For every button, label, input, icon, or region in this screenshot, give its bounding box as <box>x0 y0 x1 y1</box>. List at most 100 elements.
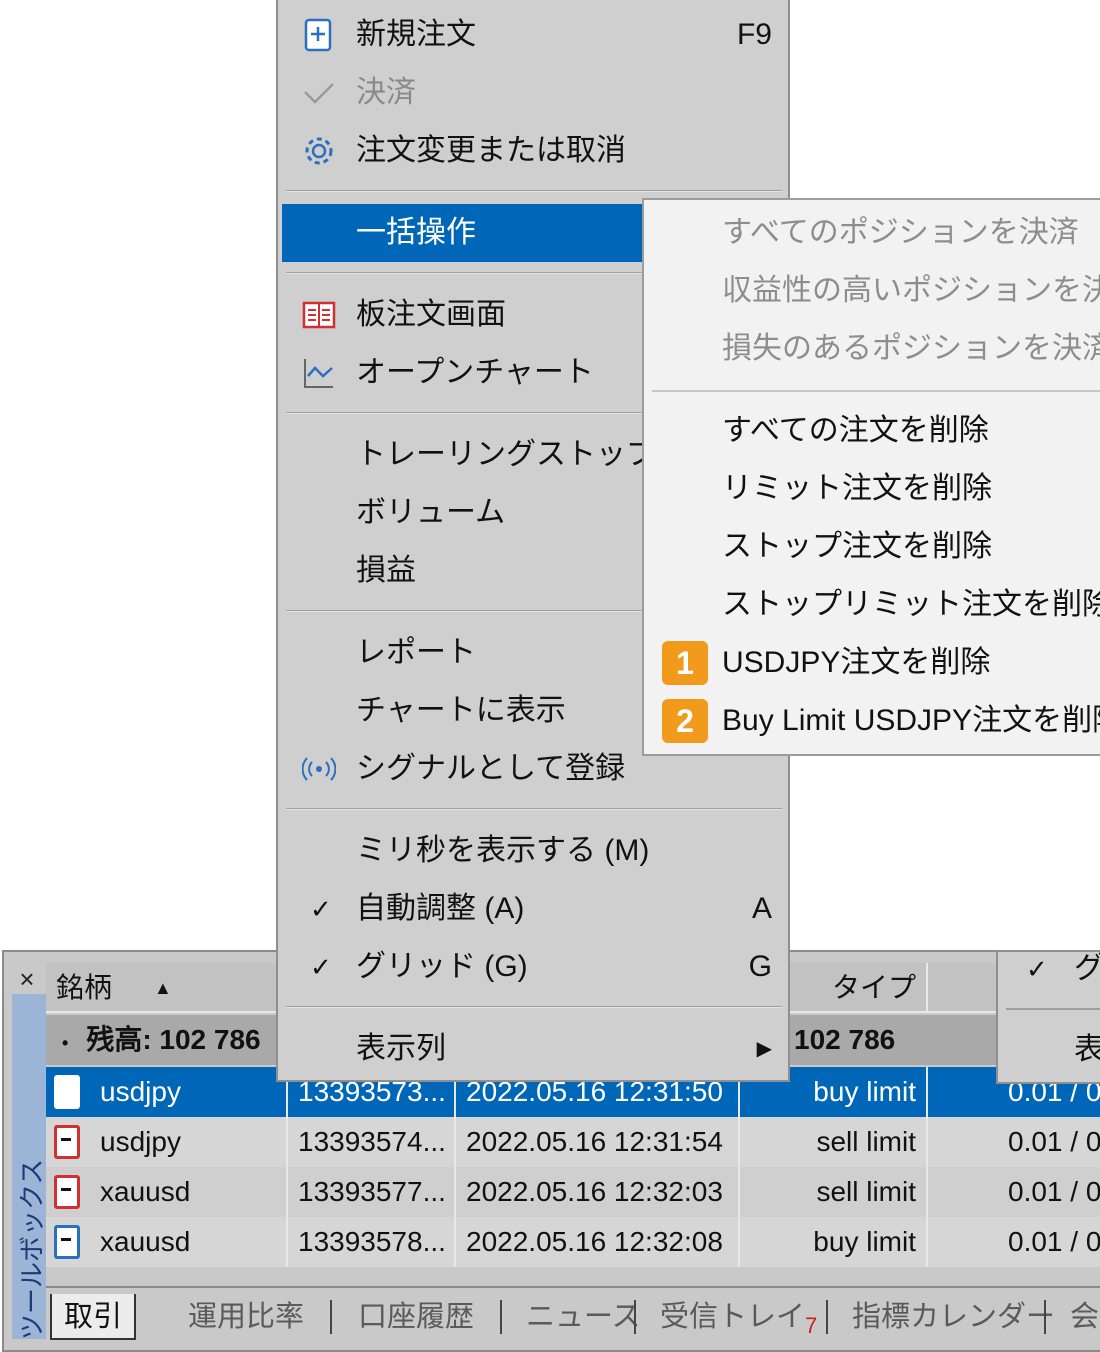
check-icon: ✓ <box>310 952 332 982</box>
bullet-icon: • <box>62 1033 69 1053</box>
menu-item-label: オープンチャート <box>356 356 594 389</box>
submenu-item-label: 収益性の高いポジションを決済 <box>722 274 1100 307</box>
menu-item-label: 一括操作 <box>356 216 476 249</box>
menu-item-label: シグナルとして登録 <box>356 752 626 785</box>
mailbox-count-badge: 7 <box>805 1312 818 1338</box>
menu-item-label: 自動調整 (A) <box>356 892 525 925</box>
tab-trade[interactable]: 取引 <box>50 1294 137 1340</box>
submenu-item-label: すべての注文を削除 <box>722 414 989 447</box>
cell-time: 2022.05.16 12:32:03 <box>456 1167 740 1217</box>
balance-value: 102 786 <box>794 1024 896 1055</box>
shortcut-label: A <box>751 892 772 925</box>
menu-separator <box>286 190 782 192</box>
menu-item-show-milliseconds[interactable]: ミリ秒を表示する (M) <box>282 822 786 880</box>
tab-more[interactable]: 会 <box>1058 1294 1100 1340</box>
menu-separator <box>286 1006 782 1008</box>
cell-symbol: usdjpy <box>90 1067 288 1117</box>
tab-divider <box>330 1300 332 1334</box>
tab-divider <box>634 1300 636 1334</box>
submenu-item-delete-usdjpy-orders[interactable]: 1 USDJPY注文を削除 <box>644 634 1100 692</box>
table-row[interactable]: xauusd 13393578... 2022.05.16 12:32:08 b… <box>46 1217 1100 1267</box>
grid-menu-item-partial[interactable]: グ <box>1074 952 1100 986</box>
menu-item-label: ミリ秒を表示する (M) <box>356 834 650 867</box>
cell-symbol: usdjpy <box>90 1117 288 1167</box>
submenu-item-delete-buy-limit-usdjpy[interactable]: 2 Buy Limit USDJPY注文を削除 <box>644 692 1100 750</box>
tab-calendar[interactable]: 指標カレンダー <box>840 1294 1067 1340</box>
submenu-item-close-losing[interactable]: 損失のあるポジションを決済 <box>644 320 1100 378</box>
columns-menu-item-partial[interactable]: 表 <box>1074 1030 1100 1070</box>
menu-item-auto-arrange[interactable]: ✓ 自動調整 (A) A <box>282 880 786 938</box>
line-chart-icon <box>304 359 333 388</box>
column-header-symbol[interactable]: 銘柄 ▲ <box>46 963 276 1013</box>
signal-broadcast-icon <box>302 757 336 781</box>
submenu-item-delete-stop-orders[interactable]: ストップ注文を削除 <box>644 518 1100 576</box>
menu-item-new-order[interactable]: 新規注文 F9 <box>282 6 786 64</box>
menu-item-label: 損益 <box>356 554 416 587</box>
column-header-type[interactable]: タイプ <box>790 963 928 1013</box>
tab-news[interactable]: ニュース <box>514 1294 653 1340</box>
menu-item-label: レポート <box>356 636 476 669</box>
submenu-item-label: 損失のあるポジションを決済 <box>722 332 1100 365</box>
menu-separator <box>652 390 1100 392</box>
menu-item-label: グリッド (G) <box>356 950 528 983</box>
submenu-item-delete-all-orders[interactable]: すべての注文を削除 <box>644 402 1100 460</box>
submenu-item-label: USDJPY注文を削除 <box>722 646 991 679</box>
menu-item-modify-order[interactable]: 注文変更または取消 <box>282 122 786 180</box>
close-icon[interactable]: × <box>12 964 42 994</box>
menu-separator <box>1006 1008 1100 1010</box>
submenu-item-close-profitable[interactable]: 収益性の高いポジションを決済 <box>644 262 1100 320</box>
menu-item-label: ボリューム <box>356 496 506 529</box>
cell-symbol: xauusd <box>90 1217 288 1267</box>
menu-item-bulk-operations[interactable]: 一括操作 <box>282 204 646 262</box>
annotation-badge: 2 <box>662 699 708 743</box>
toolbox-vertical-label: ツールボックス <box>17 1158 47 1340</box>
annotation-badge: 1 <box>662 641 708 685</box>
menu-item-grid[interactable]: ✓ グリッド (G) G <box>282 938 786 996</box>
submenu-item-label: ストップ注文を削除 <box>722 530 992 563</box>
menu-item-close[interactable]: 決済 <box>282 64 786 122</box>
cell-volume: 0.01 / 0 <box>1008 1226 1100 1257</box>
menu-item-label: 表示列 <box>356 1032 446 1065</box>
menu-item-label: 板注文画面 <box>356 298 506 331</box>
tab-divider <box>826 1300 828 1334</box>
new-order-icon <box>304 18 332 52</box>
menu-item-label: 決済 <box>356 76 416 109</box>
check-icon: ✓ <box>1026 954 1048 984</box>
submenu-item-delete-limit-orders[interactable]: リミット注文を削除 <box>644 460 1100 518</box>
cell-ticket: 13393574... <box>288 1117 456 1167</box>
tab-history[interactable]: 口座履歴 <box>346 1294 486 1340</box>
cell-volume: 0.01 / 0 <box>1008 1126 1100 1157</box>
balance-label: 残高: 102 786 <box>86 1024 261 1055</box>
menu-item-label: トレーリングストップ <box>356 438 656 471</box>
submenu-item-label: Buy Limit USDJPY注文を削除 <box>722 704 1100 737</box>
cell-type: sell limit <box>740 1117 928 1167</box>
menu-item-label: チャートに表示 <box>356 694 566 727</box>
shortcut-label: F9 <box>736 18 772 51</box>
checkmark-icon <box>304 83 334 104</box>
order-icon <box>54 1125 80 1159</box>
table-row[interactable]: usdjpy 13393574... 2022.05.16 12:31:54 s… <box>46 1117 1100 1167</box>
menu-item-columns[interactable]: 表示列 ▶ <box>282 1020 786 1078</box>
shortcut-label: G <box>748 950 772 983</box>
bulk-operations-submenu: すべてのポジションを決済 収益性の高いポジションを決済 損失のあるポジションを決… <box>642 198 1100 756</box>
cell-ticket: 13393578... <box>288 1217 456 1267</box>
secondary-context-menu: ✓ グ 表 <box>996 950 1100 1084</box>
order-icon <box>54 1225 80 1259</box>
cell-symbol: xauusd <box>90 1167 288 1217</box>
cell-type: sell limit <box>740 1167 928 1217</box>
cell-ticket: 13393577... <box>288 1167 456 1217</box>
submenu-item-delete-stop-limit-orders[interactable]: ストップリミット注文を削除 <box>644 576 1100 634</box>
order-icon <box>54 1175 80 1209</box>
submenu-item-close-all-positions[interactable]: すべてのポジションを決済 <box>644 204 1100 262</box>
order-book-icon <box>302 301 336 329</box>
tab-exposure[interactable]: 運用比率 <box>176 1294 316 1340</box>
tab-mailbox[interactable]: 受信トレイ7 <box>648 1294 829 1340</box>
cell-time: 2022.05.16 12:31:54 <box>456 1117 740 1167</box>
cell-volume: 0.01 / 0 <box>1008 1176 1100 1207</box>
submenu-item-label: すべてのポジションを決済 <box>722 216 1079 249</box>
table-row[interactable]: xauusd 13393577... 2022.05.16 12:32:03 s… <box>46 1167 1100 1217</box>
menu-item-label: 注文変更または取消 <box>356 134 626 167</box>
menu-item-label: 新規注文 <box>356 18 476 51</box>
submenu-arrow-icon: ▶ <box>756 1038 772 1060</box>
tab-mailbox-label: 受信トレイ <box>660 1301 806 1333</box>
